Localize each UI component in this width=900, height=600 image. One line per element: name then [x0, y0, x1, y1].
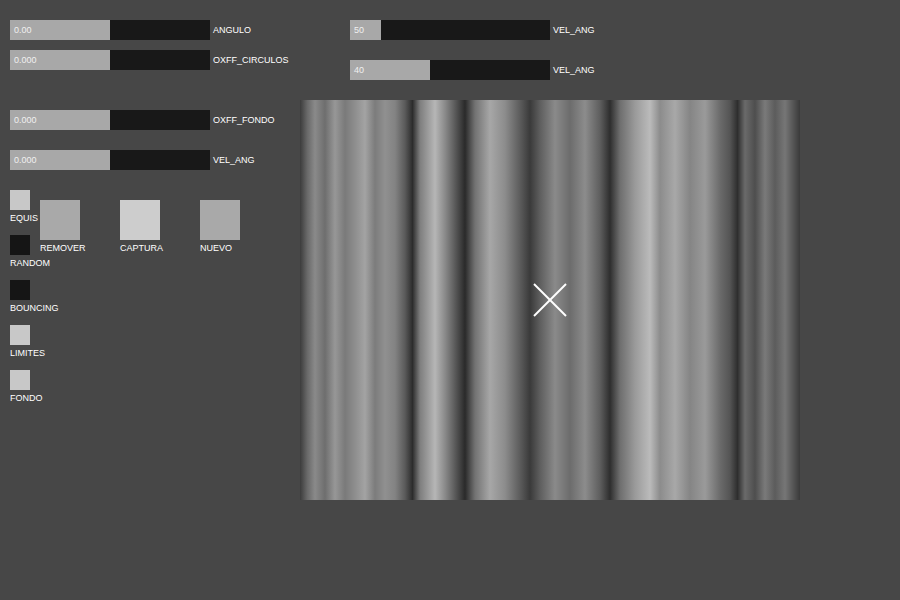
action-button[interactable]: NUEVO: [200, 200, 240, 240]
slider[interactable]: 0.000OXFF_FONDO: [10, 110, 210, 130]
slider-value: 40: [354, 60, 364, 80]
button-label: NUEVO: [200, 243, 232, 254]
slider[interactable]: 0.00ANGULO: [10, 20, 210, 40]
slider[interactable]: 0.000VEL_ANG: [10, 150, 210, 170]
toggle-label: RANDOM: [10, 258, 50, 269]
toggle[interactable]: BOUNCING: [10, 280, 30, 300]
toggle-label: FONDO: [10, 393, 43, 404]
slider-value: 0.000: [14, 150, 37, 170]
sketch-window: 0.00ANGULO0.000OXFF_CIRCULOS0.000OXFF_FO…: [0, 0, 900, 600]
slider-label: VEL_ANG: [213, 150, 255, 170]
slider-label: VEL_ANG: [553, 60, 595, 80]
action-button[interactable]: REMOVER: [40, 200, 80, 240]
slider[interactable]: 0.000OXFF_CIRCULOS: [10, 50, 210, 70]
toggle[interactable]: EQUIS: [10, 190, 30, 210]
toggle-label: BOUNCING: [10, 303, 59, 314]
slider-value: 50: [354, 20, 364, 40]
slider[interactable]: 50VEL_ANG: [350, 20, 550, 40]
slider-label: OXFF_CIRCULOS: [213, 50, 289, 70]
sketch-canvas[interactable]: [300, 100, 800, 500]
slider-label: VEL_ANG: [553, 20, 595, 40]
toggle-label: EQUIS: [10, 213, 38, 224]
toggle[interactable]: FONDO: [10, 370, 30, 390]
toggle[interactable]: LIMITES: [10, 325, 30, 345]
slider[interactable]: 40VEL_ANG: [350, 60, 550, 80]
slider-value: 0.00: [14, 20, 32, 40]
button-label: CAPTURA: [120, 243, 163, 254]
slider-label: ANGULO: [213, 20, 251, 40]
cross-icon: [533, 283, 567, 317]
slider-label: OXFF_FONDO: [213, 110, 275, 130]
slider-value: 0.000: [14, 50, 37, 70]
button-label: REMOVER: [40, 243, 86, 254]
toggle-label: LIMITES: [10, 348, 45, 359]
slider-value: 0.000: [14, 110, 37, 130]
action-button[interactable]: CAPTURA: [120, 200, 160, 240]
toggle[interactable]: RANDOM: [10, 235, 30, 255]
